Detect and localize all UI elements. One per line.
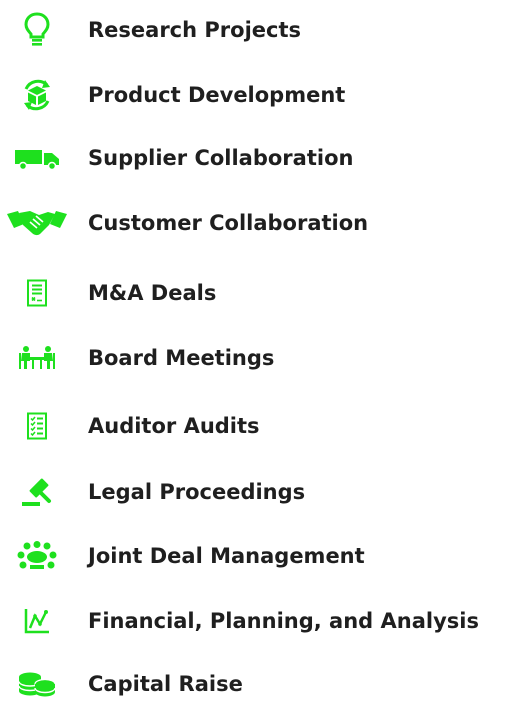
list-item-label: M&A Deals (88, 281, 217, 305)
meeting-table-icon (0, 333, 74, 383)
list-item-capital-raise: Capital Raise (0, 659, 532, 709)
round-table-icon (0, 531, 74, 581)
list-item-legal-proceedings: Legal Proceedings (0, 467, 532, 517)
list-item-research-projects: Research Projects (0, 5, 532, 55)
list-item-label: Customer Collaboration (88, 211, 369, 235)
list-item-financial-planning-analysis: Financial, Planning, and Analysis (0, 596, 532, 646)
list-item-label: Board Meetings (88, 346, 275, 370)
list-item-label: Auditor Audits (88, 414, 260, 438)
box-cycle-icon (0, 70, 74, 120)
contract-document-icon (0, 268, 74, 318)
list-item-supplier-collaboration: Supplier Collaboration (0, 133, 532, 183)
list-item-label: Joint Deal Management (88, 544, 365, 568)
list-item-ma-deals: M&A Deals (0, 268, 532, 318)
truck-icon (0, 133, 74, 183)
handshake-icon (0, 198, 74, 248)
gavel-icon (0, 467, 74, 517)
line-chart-icon (0, 596, 74, 646)
list-item-product-development: Product Development (0, 70, 532, 120)
list-item-label: Supplier Collaboration (88, 146, 354, 170)
list-item-joint-deal-management: Joint Deal Management (0, 531, 532, 581)
list-item-label: Product Development (88, 83, 346, 107)
list-item-label: Legal Proceedings (88, 480, 306, 504)
list-item-board-meetings: Board Meetings (0, 333, 532, 383)
list-item-label: Capital Raise (88, 672, 243, 696)
list-item-label: Financial, Planning, and Analysis (88, 609, 479, 633)
list-item-label: Research Projects (88, 18, 301, 42)
list-item-customer-collaboration: Customer Collaboration (0, 198, 532, 248)
list-item-auditor-audits: Auditor Audits (0, 401, 532, 451)
checklist-icon (0, 401, 74, 451)
coin-stack-icon (0, 659, 74, 709)
lightbulb-icon (0, 5, 74, 55)
